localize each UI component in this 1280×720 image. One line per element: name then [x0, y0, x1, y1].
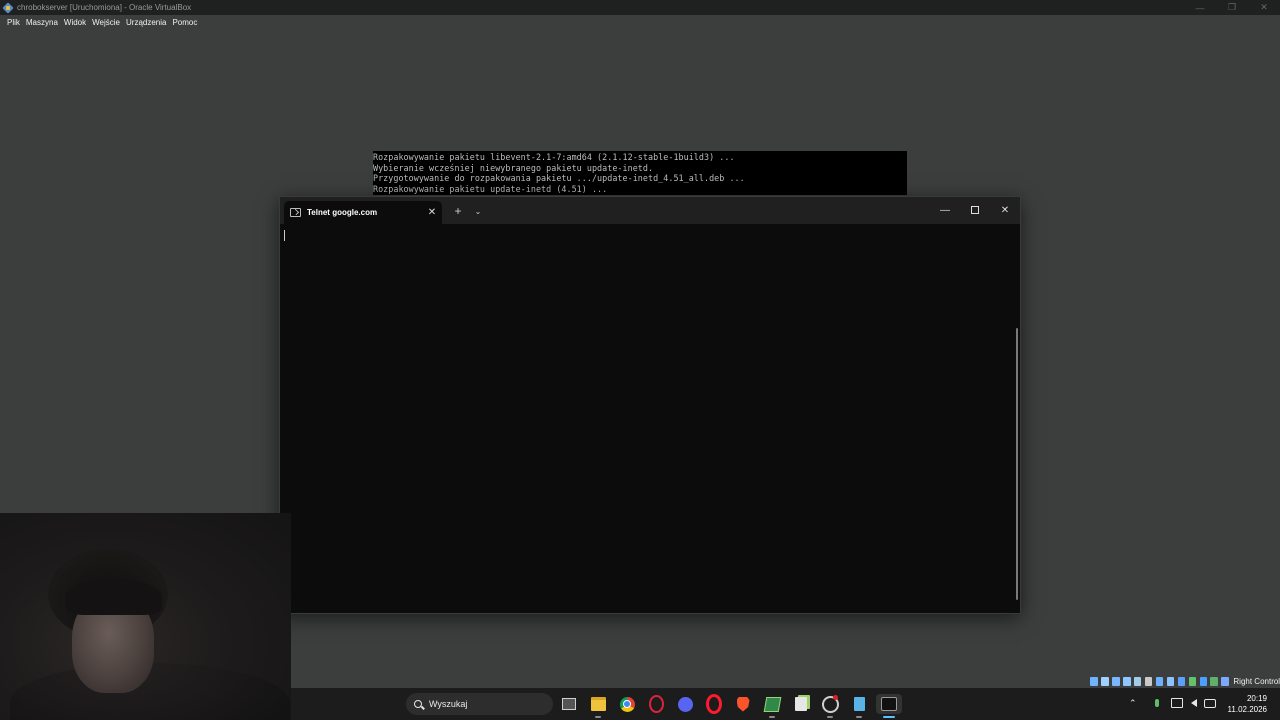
- status-hard-disk-icon[interactable]: [1090, 676, 1098, 686]
- menu-wejscie[interactable]: Wejście: [89, 18, 123, 27]
- window-title: chrobokserver [Uruchomiona] - Oracle Vir…: [17, 3, 192, 12]
- host-restore-button[interactable]: ❐: [1216, 0, 1248, 15]
- tray-overflow-icon[interactable]: ⌃: [1129, 698, 1137, 709]
- status-arrow-icon[interactable]: [1221, 676, 1230, 686]
- search-icon: [414, 700, 422, 708]
- running-indicator: [595, 716, 601, 718]
- status-usb-icon[interactable]: [1133, 676, 1142, 686]
- notepad-plus-plus-icon[interactable]: [791, 694, 811, 714]
- scrollbar[interactable]: [1016, 328, 1018, 600]
- menu-plik[interactable]: Plik: [4, 18, 23, 27]
- chrome-icon[interactable]: [617, 694, 637, 714]
- terminal-output[interactable]: [280, 224, 1020, 613]
- text-cursor: [284, 230, 285, 241]
- active-indicator: [883, 716, 895, 718]
- battery-icon[interactable]: [1204, 697, 1216, 709]
- tab-close-button[interactable]: ✕: [422, 207, 442, 218]
- status-cpu-icon[interactable]: [1177, 676, 1186, 686]
- search-label: Wyszukaj: [429, 699, 468, 709]
- clock[interactable]: 20:19 11.02.2026: [1225, 693, 1267, 715]
- virtualbox-status-bar: Right Control: [1090, 674, 1280, 688]
- running-indicator: [769, 716, 775, 718]
- volume-icon[interactable]: [1188, 697, 1200, 709]
- running-indicator: [856, 716, 862, 718]
- guest-console[interactable]: Rozpakowywanie pakietu libevent-2.1-7:am…: [373, 151, 907, 195]
- menu-widok[interactable]: Widok: [61, 18, 89, 27]
- maximize-icon: [971, 206, 979, 214]
- taskbar-search[interactable]: Wyszukaj: [406, 693, 553, 715]
- status-keyboard-icon[interactable]: [1210, 676, 1219, 686]
- terminal-icon[interactable]: [876, 694, 902, 714]
- network-icon[interactable]: [1171, 697, 1183, 709]
- virtualbox-title-bar: chrobokserver [Uruchomiona] - Oracle Vir…: [0, 0, 1280, 15]
- terminal-tab[interactable]: Telnet google.com ✕: [284, 201, 442, 224]
- start-icon[interactable]: [380, 696, 396, 712]
- host-minimize-button[interactable]: —: [1184, 0, 1216, 15]
- console-icon: [290, 208, 301, 217]
- new-tab-button[interactable]: +: [451, 204, 465, 218]
- virtualbox-app-icon: [3, 3, 13, 13]
- webcam-overlay: [0, 513, 291, 720]
- virtualbox-menu-bar: Plik Maszyna Widok Wejście Urządzenia Po…: [0, 15, 1280, 30]
- console-line: Rozpakowywanie pakietu update-inetd (4.5…: [373, 183, 608, 194]
- opera-icon[interactable]: [704, 694, 724, 714]
- host-close-button[interactable]: ✕: [1248, 0, 1280, 15]
- running-indicator: [827, 716, 833, 718]
- status-display-icon[interactable]: [1155, 676, 1164, 686]
- brave-icon[interactable]: [733, 694, 753, 714]
- minimize-button[interactable]: —: [930, 201, 960, 219]
- virtualbox-icon[interactable]: [762, 694, 782, 714]
- terminal-window[interactable]: Telnet google.com ✕ + ⌄ — ✕: [279, 196, 1021, 614]
- clock-date: 11.02.2026: [1227, 705, 1267, 714]
- console-line: Przygotowywanie do rozpakowania pakietu …: [373, 173, 745, 183]
- clock-time: 20:19: [1246, 694, 1267, 703]
- maximize-button[interactable]: [960, 201, 990, 219]
- menu-maszyna[interactable]: Maszyna: [23, 18, 61, 27]
- menu-pomoc[interactable]: Pomoc: [169, 18, 200, 27]
- webcam-person-fringe: [66, 579, 162, 615]
- close-button[interactable]: ✕: [990, 201, 1020, 219]
- status-network-icon[interactable]: [1122, 676, 1131, 686]
- status-mouse-integration-icon[interactable]: [1199, 676, 1208, 686]
- terminal-title-bar[interactable]: Telnet google.com ✕ + ⌄ — ✕: [280, 197, 1020, 224]
- tab-title: Telnet google.com: [307, 208, 378, 217]
- notepad-icon[interactable]: [849, 694, 869, 714]
- tray-tool-icon[interactable]: [820, 694, 840, 714]
- tab-dropdown-button[interactable]: ⌄: [472, 205, 484, 219]
- opera-gx-icon[interactable]: [646, 694, 666, 714]
- status-shared-folders-icon[interactable]: [1144, 676, 1153, 686]
- menu-urzadzenia[interactable]: Urządzenia: [123, 18, 169, 27]
- file-explorer-icon[interactable]: [588, 694, 608, 714]
- host-key-label: Right Control: [1233, 676, 1280, 686]
- console-line: Wybieranie wcześniej niewybranego pakiet…: [373, 162, 654, 173]
- task-view-icon[interactable]: [559, 694, 579, 714]
- status-virtualization-icon[interactable]: [1188, 676, 1197, 686]
- console-line: Rozpakowywanie pakietu libevent-2.1-7:am…: [373, 152, 735, 162]
- status-audio-icon[interactable]: [1111, 676, 1120, 686]
- status-optical-drive-icon[interactable]: [1100, 676, 1109, 686]
- microphone-icon[interactable]: [1151, 697, 1163, 709]
- taskbar: Wyszukaj ⌃ 20:19 11.02.2026: [291, 688, 1280, 720]
- status-recording-icon[interactable]: [1166, 676, 1175, 686]
- discord-icon[interactable]: [675, 694, 695, 714]
